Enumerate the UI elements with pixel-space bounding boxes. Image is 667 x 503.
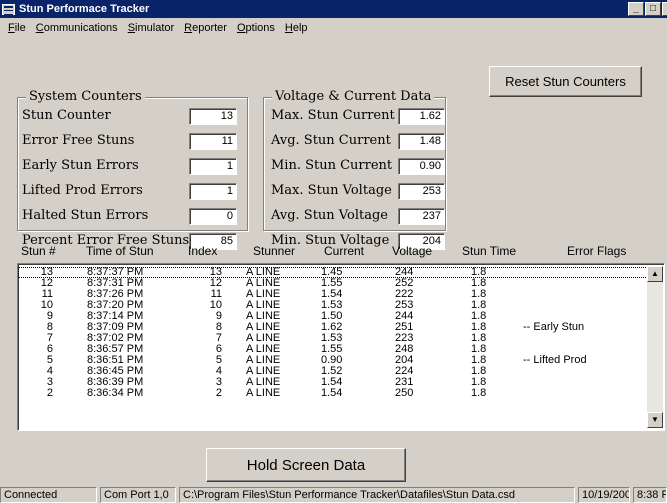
lifted-prod-errors-field[interactable]: 1: [189, 183, 237, 200]
lifted-prod-errors-label: Lifted Prod Errors: [22, 183, 143, 198]
menu-reporter[interactable]: Reporter: [179, 22, 232, 34]
col-header-time: Time of Stun: [86, 244, 154, 258]
voltage-current-title: Voltage & Current Data: [272, 89, 435, 104]
status-time: 8:38 PM: [633, 487, 667, 503]
reset-stun-counters-button[interactable]: Reset Stun Counters: [489, 66, 642, 97]
menu-simulator[interactable]: Simulator: [123, 22, 179, 34]
cell-stunner: A LINE: [246, 387, 281, 399]
avg-stun-voltage-label: Avg. Stun Voltage: [271, 208, 388, 223]
halted-stun-errors-label: Halted Stun Errors: [22, 208, 149, 223]
cell-error-flag: -- Lifted Prod: [523, 354, 587, 366]
menu-bar: File Communications Simulator Reporter O…: [0, 18, 667, 37]
avg-stun-voltage-field[interactable]: 237: [398, 208, 445, 225]
hold-screen-data-button[interactable]: Hold Screen Data: [206, 448, 406, 482]
status-file-path: C:\Program Files\Stun Performance Tracke…: [179, 487, 575, 503]
maximize-icon[interactable]: □: [645, 2, 661, 16]
stun-counter-label: Stun Counter: [22, 108, 111, 123]
col-header-voltage: Voltage: [392, 244, 433, 258]
col-header-index: Index: [188, 244, 218, 258]
col-header-current: Current: [324, 244, 365, 258]
max-stun-current-field[interactable]: 1.62: [398, 108, 445, 125]
cell-error-flag: -- Early Stun: [523, 321, 585, 333]
min-stun-current-field[interactable]: 0.90: [398, 158, 445, 175]
cell-current: 1.54: [321, 387, 343, 399]
error-free-stuns-field[interactable]: 11: [189, 133, 237, 150]
cell-index: 2: [215, 387, 222, 399]
status-date: 10/19/2002: [578, 487, 630, 503]
early-stun-errors-field[interactable]: 1: [189, 158, 237, 175]
cell-stun-number: 2: [46, 387, 53, 399]
halted-stun-errors-field[interactable]: 0: [189, 208, 237, 225]
table-row[interactable]: 2 8:36:34 PM 2 A LINE 1.54 250 1.8: [18, 388, 648, 399]
app-icon: [2, 3, 15, 15]
min-stun-current-label: Min. Stun Current: [271, 158, 393, 173]
close-icon[interactable]: [662, 2, 667, 16]
max-stun-voltage-label: Max. Stun Voltage: [271, 183, 392, 198]
window-title: Stun Performace Tracker: [19, 3, 150, 15]
menu-help[interactable]: Help: [280, 22, 313, 34]
stun-counter-field[interactable]: 13: [189, 108, 237, 125]
vertical-scrollbar[interactable]: ▲ ▼: [647, 266, 663, 428]
status-connection: Connected: [0, 487, 97, 503]
avg-stun-current-field[interactable]: 1.48: [398, 133, 445, 150]
stun-data-list[interactable]: 13 8:37:37 PM 13 A LINE 1.45 244 1.8 12 8:37:31 …: [17, 263, 665, 431]
scroll-down-icon[interactable]: ▼: [647, 412, 663, 428]
col-header-stunner: Stunner: [253, 244, 296, 258]
cell-time: 8:36:34 PM: [87, 387, 144, 399]
status-bar: Connected Com Port 1,0 C:\Program Files\…: [0, 485, 667, 503]
title-bar: Stun Performace Tracker _ □: [0, 0, 667, 18]
max-stun-current-label: Max. Stun Current: [271, 108, 395, 123]
error-free-stuns-label: Error Free Stuns: [22, 133, 135, 148]
col-header-stun-time: Stun Time: [462, 244, 517, 258]
scroll-up-icon[interactable]: ▲: [647, 266, 663, 282]
col-header-error-flags: Error Flags: [567, 244, 627, 258]
menu-options[interactable]: Options: [232, 22, 280, 34]
system-counters-title: System Counters: [26, 89, 145, 104]
col-header-stun-number: Stun #: [21, 244, 56, 258]
minimize-icon[interactable]: _: [628, 2, 644, 16]
avg-stun-current-label: Avg. Stun Current: [271, 133, 391, 148]
status-com-port: Com Port 1,0: [100, 487, 176, 503]
early-stun-errors-label: Early Stun Errors: [22, 158, 139, 173]
menu-communications[interactable]: Communications: [31, 22, 123, 34]
cell-stun-time: 1.8: [471, 387, 487, 399]
cell-voltage: 250: [395, 387, 414, 399]
max-stun-voltage-field[interactable]: 253: [398, 183, 445, 200]
menu-file[interactable]: File: [3, 22, 31, 34]
